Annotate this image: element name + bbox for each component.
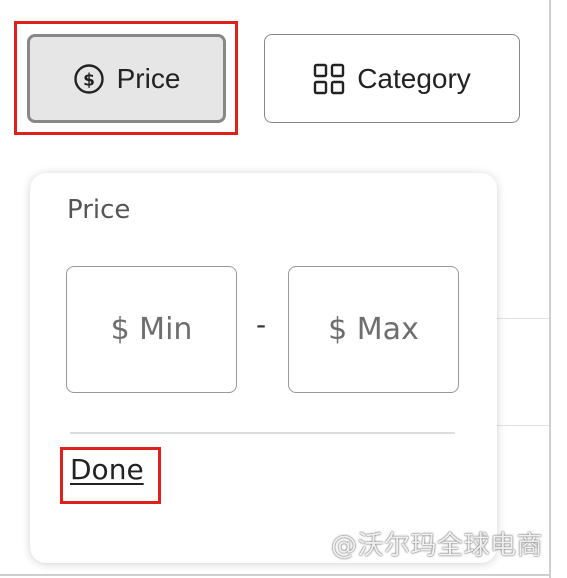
page-right-border: [549, 0, 551, 578]
background-divider: [495, 318, 549, 319]
min-price-input[interactable]: $ Min: [66, 266, 237, 393]
price-filter-panel: Price $ Min - $ Max Done: [30, 173, 497, 563]
category-chip-label: Category: [357, 62, 471, 94]
panel-divider: [70, 432, 455, 434]
page-bottom-border: [0, 574, 551, 576]
grid-icon: [313, 63, 345, 95]
max-price-placeholder: $ Max: [328, 312, 419, 347]
watermark: @沃尔玛全球电商: [330, 531, 543, 561]
min-price-placeholder: $ Min: [110, 312, 193, 347]
svg-text:$: $: [83, 70, 95, 90]
price-filter-chip[interactable]: $ Price: [27, 34, 226, 123]
dollar-circle-icon: $: [73, 63, 105, 95]
range-separator: -: [256, 308, 267, 341]
price-panel-title: Price: [67, 195, 131, 225]
done-button-highlight: [60, 447, 161, 504]
category-filter-chip[interactable]: Category: [264, 34, 520, 123]
price-chip-label: Price: [116, 62, 181, 94]
background-divider: [495, 425, 549, 426]
max-price-input[interactable]: $ Max: [288, 266, 459, 393]
